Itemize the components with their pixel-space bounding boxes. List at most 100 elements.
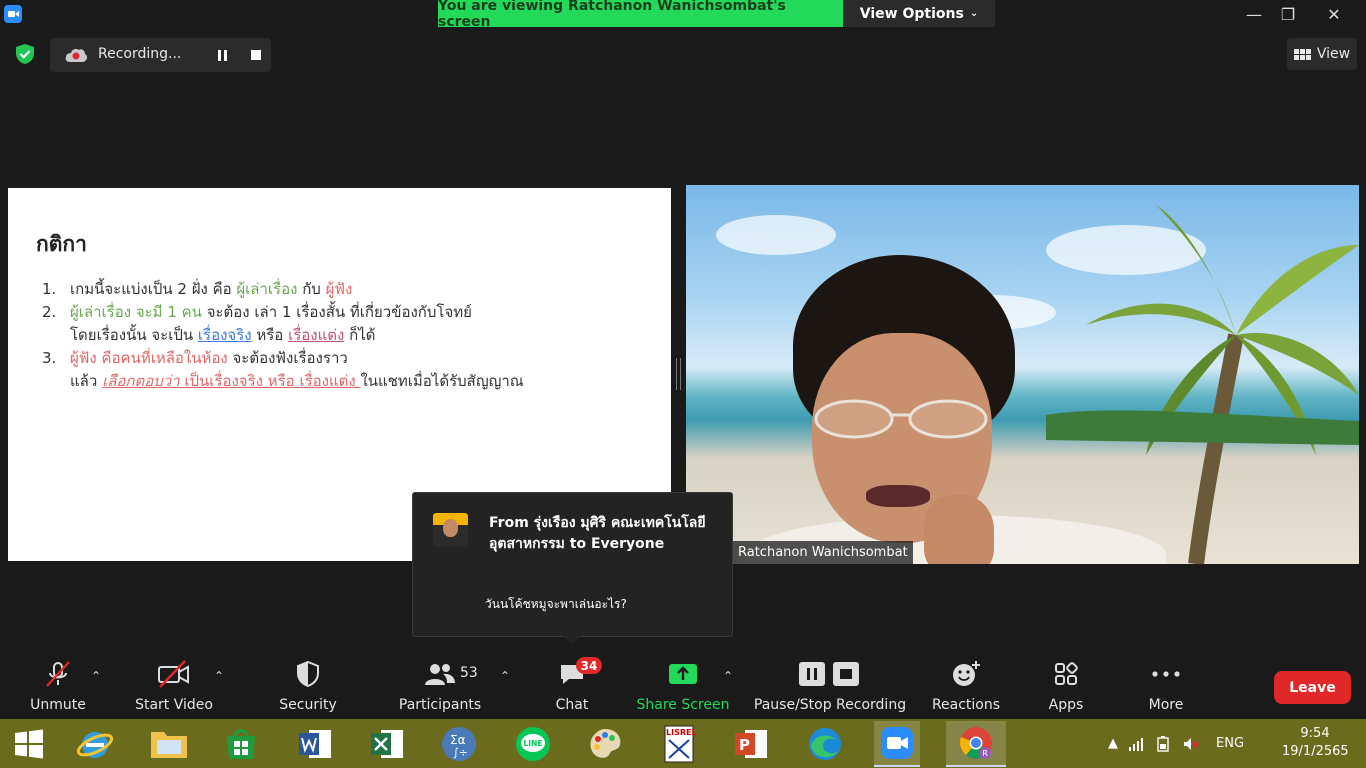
palm-tree-image [1046,205,1359,564]
svg-text:∫÷: ∫÷ [453,746,468,759]
view-options-button[interactable]: View Options ⌄ [843,0,995,27]
chrome-taskbar-icon[interactable]: R [946,721,1006,767]
unmute-button[interactable]: Unmute [22,651,94,719]
show-hidden-icons-icon[interactable]: ▲ [1108,736,1118,751]
viewing-screen-banner: You are viewing Ratchanon Wanichsombat's… [438,0,843,30]
microsoft-store-icon[interactable] [218,721,264,767]
microphone-muted-icon [43,651,73,697]
apps-button[interactable]: Apps [1036,651,1096,719]
participant-name-tag: Ratchanon Wanichsombat [733,541,913,564]
meeting-toolbar: Unmute ⌃ Start Video ⌃ Security Particip… [0,651,1366,719]
participants-options-caret[interactable]: ⌃ [500,669,510,683]
unmute-label: Unmute [30,697,86,713]
close-button[interactable]: ✕ [1312,0,1356,28]
chat-message-text: วันนโค้ชหมูจะพาเล่นอะไร? [485,597,627,611]
recording-bar: Recording... [50,38,271,72]
system-tray: ▲ ENG [1108,719,1244,768]
chat-sender-line: From รุ่งเรือง มุศิริ คณะเทคโนโลยีอุตสาห… [489,515,706,552]
security-button[interactable]: Security [272,651,344,719]
pause-stop-label: Pause/Stop Recording [753,697,907,713]
microsoft-powerpoint-icon[interactable]: P [728,721,774,767]
video-off-icon [157,651,191,697]
battery-icon[interactable] [1154,735,1172,753]
chat-bubble-icon: 34 [558,651,602,697]
taskbar-clock[interactable]: 9:54 19/1/2565 [1282,725,1349,761]
microsoft-word-icon[interactable] [292,721,338,767]
cloud-recording-icon [65,49,88,62]
chat-notification-popup[interactable]: From รุ่งเรือง มุศิริ คณะเทคโนโลยีอุตสาห… [412,492,733,645]
video-options-caret[interactable]: ⌃ [214,669,224,683]
person-mouth [866,485,930,507]
slide-rules-list: 1. เกมนี้จะแบ่งเป็น 2 ฝั่ง คือ ผู้เล่าเร… [42,278,524,393]
zoom-taskbar-icon[interactable] [874,721,920,767]
participant-video[interactable] [686,185,1359,564]
svg-text:Σα: Σα [450,733,466,747]
svg-text:P: P [739,736,750,754]
grid-view-icon [1293,48,1311,60]
reactions-label: Reactions [931,697,1001,713]
chat-button[interactable]: 34 Chat [544,651,602,719]
share-screen-button[interactable]: Share Screen [636,651,730,719]
view-layout-button[interactable]: View [1287,38,1357,70]
view-label: View [1316,46,1351,62]
pause-icon [217,49,227,61]
participants-icon [423,651,457,697]
recording-label: Recording... [98,46,182,62]
microsoft-edge-icon[interactable] [802,721,848,767]
clock-time: 9:54 [1300,726,1330,741]
more-button[interactable]: More [1136,651,1196,719]
math-input-icon[interactable]: Σα ∫÷ [436,721,482,767]
windows-taskbar: Σα ∫÷ LINE LISREL P R ▲ ENG 9:54 19/1/25… [0,719,1366,768]
input-language[interactable]: ENG [1216,736,1244,751]
pause-stop-recording-button[interactable]: Pause/Stop Recording [752,651,908,719]
network-signal-icon[interactable] [1128,736,1144,752]
share-screen-icon [667,651,699,697]
microsoft-excel-icon[interactable] [364,721,410,767]
lisrel-icon[interactable]: LISREL [656,721,702,767]
apps-label: Apps [1048,697,1084,713]
sender-avatar [433,513,468,547]
audio-options-caret[interactable]: ⌃ [91,669,101,683]
maximize-button[interactable]: ❐ [1266,0,1310,28]
leave-meeting-button[interactable]: Leave [1274,671,1351,704]
person-hand [924,495,994,564]
share-options-caret[interactable]: ⌃ [723,669,733,683]
paint-icon[interactable] [582,721,628,767]
reactions-button[interactable]: Reactions [928,651,1004,719]
apps-icon [1053,651,1079,697]
stop-recording-button[interactable] [240,38,272,72]
zoom-app-icon [4,5,22,23]
line-app-icon[interactable]: LINE [510,721,556,767]
slide-title: กติกา [36,232,87,256]
svg-text:LISREL: LISREL [666,728,697,737]
share-screen-label: Share Screen [636,697,730,713]
smiley-plus-icon [951,651,981,697]
volume-muted-icon[interactable] [1182,735,1200,753]
title-bar: You are viewing Ratchanon Wanichsombat's… [0,0,1366,30]
svg-text:R: R [982,749,988,758]
clock-date: 19/1/2565 [1282,744,1349,759]
security-shield-icon [295,651,321,697]
recording-controls-icon [798,651,862,697]
start-video-button[interactable]: Start Video [132,651,216,719]
glasses-image [814,399,988,439]
rule-item-1: 1. เกมนี้จะแบ่งเป็น 2 ฝั่ง คือ ผู้เล่าเร… [42,280,353,298]
view-options-label: View Options [859,5,964,22]
windows-start-icon[interactable] [6,721,52,767]
sky-cloud [716,215,836,255]
security-label: Security [279,697,337,713]
rule-item-3: 3. ผู้ฟัง คือคนที่เหลือในห้อง จะต้องฟังเ… [42,349,524,390]
zoom-window: You are viewing Ratchanon Wanichsombat's… [0,0,1366,768]
split-view-drag-handle[interactable] [676,358,681,390]
encryption-shield-icon[interactable] [14,43,36,65]
stop-icon [251,50,261,60]
file-explorer-icon[interactable] [146,721,192,767]
ellipsis-icon [1151,651,1181,697]
svg-text:LINE: LINE [524,739,543,748]
participants-button[interactable]: Participants [396,651,484,719]
pause-recording-button[interactable] [206,38,238,72]
chat-label: Chat [555,697,589,713]
participants-count: 53 [460,665,478,681]
participants-label: Participants [398,697,482,713]
internet-explorer-icon[interactable] [72,721,118,767]
